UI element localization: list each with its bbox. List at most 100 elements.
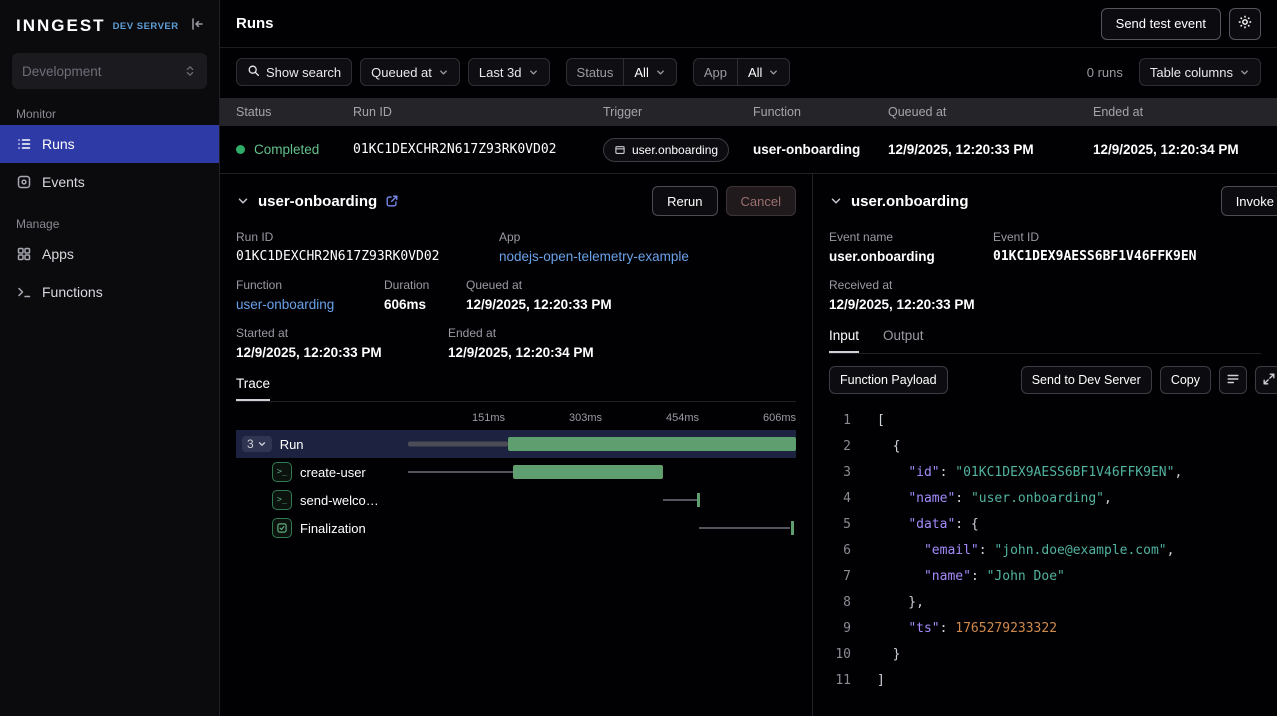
trace-row-label: Finalization bbox=[300, 521, 366, 536]
sidebar-item-runs[interactable]: Runs bbox=[0, 125, 219, 163]
sidebar-item-functions[interactable]: Functions bbox=[0, 273, 219, 311]
queued-at-value: 12/9/2025, 12:20:33 PM bbox=[466, 297, 612, 312]
duration-label: Duration bbox=[384, 278, 442, 292]
queued-at-filter[interactable]: Queued at bbox=[360, 58, 460, 86]
step-run-icon: >_ bbox=[272, 462, 292, 482]
environment-selector[interactable]: Development bbox=[12, 53, 207, 89]
function-link[interactable]: user-onboarding bbox=[236, 297, 360, 312]
trace-row[interactable]: >_send-welco… bbox=[236, 486, 796, 514]
step-run-icon: >_ bbox=[272, 490, 292, 510]
app-link[interactable]: nodejs-open-telemetry-example bbox=[499, 249, 689, 264]
collapse-run-panel-icon[interactable] bbox=[236, 194, 250, 208]
code-line: 6 "email": "john.doe@example.com", bbox=[829, 538, 1261, 564]
table-columns-button[interactable]: Table columns bbox=[1139, 58, 1261, 86]
send-test-event-button[interactable]: Send test event bbox=[1101, 8, 1221, 40]
trace-span-line bbox=[408, 471, 513, 473]
function-cell: user-onboarding bbox=[753, 142, 888, 157]
trace-axis: 151ms303ms454ms606ms bbox=[408, 410, 796, 430]
axis-tick-label: 606ms bbox=[763, 412, 796, 424]
tab-output[interactable]: Output bbox=[883, 328, 924, 353]
chevron-down-icon bbox=[768, 67, 779, 78]
cancel-button[interactable]: Cancel bbox=[726, 186, 796, 216]
run-fields-row-1: Run ID 01KC1DEXCHR2N617Z93RK0VD02 App no… bbox=[236, 230, 796, 264]
code-block[interactable]: 1[2 {3 "id": "01KC1DEX9AESS6BF1V46FFK9EN… bbox=[829, 408, 1261, 694]
rerun-button[interactable]: Rerun bbox=[652, 186, 717, 216]
received-at-label: Received at bbox=[829, 278, 975, 292]
apps-icon bbox=[16, 246, 32, 262]
trace-row[interactable]: >_ create-user bbox=[236, 458, 796, 486]
sidebar-section-manage: Manage bbox=[16, 217, 203, 231]
started-at-field: Started at 12/9/2025, 12:20:33 PM bbox=[236, 326, 424, 360]
column-header-run-id: Run ID bbox=[353, 105, 603, 119]
event-details-panel: user.onboarding Invoke Event name user.o… bbox=[813, 174, 1277, 716]
function-label: Function bbox=[236, 278, 360, 292]
ended-at-label: Ended at bbox=[448, 326, 594, 340]
sidebar-item-events[interactable]: Events bbox=[0, 163, 219, 201]
trace-collapse-toggle[interactable]: 3 bbox=[242, 436, 272, 452]
app-filter-value[interactable]: All bbox=[737, 59, 789, 85]
event-id-value: 01KC1DEX9AESS6BF1V46FFK9EN bbox=[993, 249, 1197, 264]
event-name-label: Event name bbox=[829, 230, 969, 244]
ended-at-cell: 12/9/2025, 12:20:34 PM bbox=[1093, 142, 1277, 157]
trace-row-bars bbox=[408, 430, 796, 458]
duration-value: 606ms bbox=[384, 297, 442, 312]
axis-tick-label: 151ms bbox=[472, 412, 505, 424]
trigger-badge[interactable]: user.onboarding bbox=[603, 138, 729, 162]
column-header-queued-at: Queued at bbox=[888, 105, 1093, 119]
event-panel-header: user.onboarding Invoke bbox=[829, 186, 1261, 216]
run-tabs: Trace bbox=[236, 376, 796, 402]
manage-nav: Apps Functions bbox=[0, 235, 219, 311]
expand-button[interactable] bbox=[1255, 366, 1277, 394]
trace-span-tick bbox=[791, 521, 794, 535]
table-row[interactable]: Completed 01KC1DEXCHR2N617Z93RK0VD02 use… bbox=[220, 126, 1277, 174]
started-at-value: 12/9/2025, 12:20:33 PM bbox=[236, 345, 424, 360]
chevron-updown-icon bbox=[183, 64, 197, 78]
show-search-label: Show search bbox=[266, 65, 341, 80]
filter-bar: Show search Queued at Last 3d Status All… bbox=[220, 48, 1277, 98]
sidebar-collapse-button[interactable] bbox=[187, 14, 207, 37]
tab-input[interactable]: Input bbox=[829, 328, 859, 353]
search-icon bbox=[247, 64, 260, 80]
code-line: 2 { bbox=[829, 434, 1261, 460]
function-payload-chip[interactable]: Function Payload bbox=[829, 366, 948, 394]
show-search-button[interactable]: Show search bbox=[236, 58, 352, 86]
event-fields-row: Event name user.onboarding Event ID 01KC… bbox=[829, 230, 1261, 264]
collapse-event-panel-icon[interactable] bbox=[829, 194, 843, 208]
queued-at-label: Queued at bbox=[466, 278, 612, 292]
code-line: 3 "id": "01KC1DEX9AESS6BF1V46FFK9EN", bbox=[829, 460, 1261, 486]
runs-table-header: Status Run ID Trigger Function Queued at… bbox=[220, 98, 1277, 126]
inngest-logo: INNGEST bbox=[16, 16, 106, 36]
trace-row[interactable]: Finalization bbox=[236, 514, 796, 542]
sidebar-section-monitor: Monitor bbox=[16, 107, 203, 121]
status-dot-icon bbox=[236, 145, 245, 154]
column-header-trigger: Trigger bbox=[603, 105, 753, 119]
time-range-filter[interactable]: Last 3d bbox=[468, 58, 550, 86]
wrap-lines-icon bbox=[1226, 372, 1240, 389]
settings-button[interactable] bbox=[1229, 8, 1261, 40]
queued-at-cell: 12/9/2025, 12:20:33 PM bbox=[888, 142, 1093, 157]
tab-trace[interactable]: Trace bbox=[236, 376, 270, 401]
page-title: Runs bbox=[236, 15, 274, 32]
trace-span-tick bbox=[697, 493, 700, 507]
external-link-icon[interactable] bbox=[385, 194, 399, 208]
axis-tick-label: 303ms bbox=[569, 412, 602, 424]
wrap-text-button[interactable] bbox=[1219, 366, 1247, 394]
run-details-panel: user-onboarding Rerun Cancel Run ID 01KC… bbox=[220, 174, 813, 716]
time-range-label: Last 3d bbox=[479, 65, 522, 80]
invoke-button[interactable]: Invoke bbox=[1221, 186, 1277, 216]
sidebar-item-label: Runs bbox=[42, 136, 75, 152]
sidebar-item-apps[interactable]: Apps bbox=[0, 235, 219, 273]
run-fields-row-3: Started at 12/9/2025, 12:20:33 PM Ended … bbox=[236, 326, 796, 360]
gear-icon bbox=[1237, 14, 1253, 33]
sidebar-item-label: Events bbox=[42, 174, 85, 190]
trace-row-label: create-user bbox=[300, 465, 366, 480]
run-id-value: 01KC1DEXCHR2N617Z93RK0VD02 bbox=[236, 249, 475, 264]
copy-button[interactable]: Copy bbox=[1160, 366, 1211, 394]
send-to-dev-server-button[interactable]: Send to Dev Server bbox=[1021, 366, 1152, 394]
trigger-cell: user.onboarding bbox=[603, 138, 753, 162]
status-filter-value[interactable]: All bbox=[623, 59, 675, 85]
dev-server-badge: DEV SERVER bbox=[113, 21, 179, 32]
code-line: 11] bbox=[829, 668, 1261, 694]
main-content: Runs Send test event Show search Queued … bbox=[220, 0, 1277, 716]
trace-row[interactable]: 3Run bbox=[236, 430, 796, 458]
